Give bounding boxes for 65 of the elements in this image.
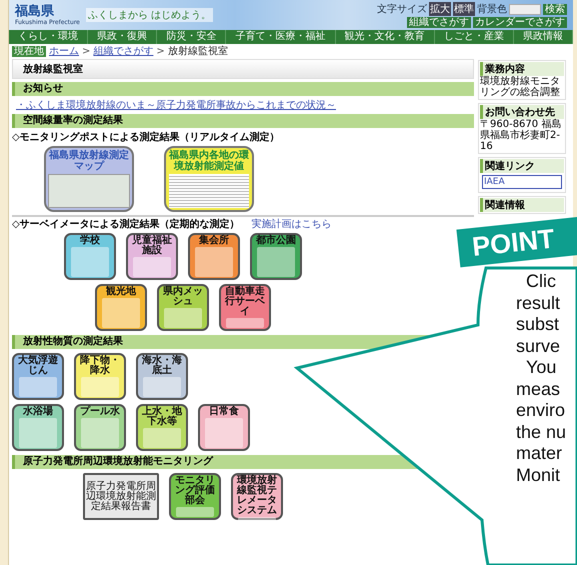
link-banner[interactable]: IAEA [482, 175, 562, 189]
category-tile[interactable]: モニタリング評価部会 [169, 473, 221, 520]
nav-item[interactable]: 県政情報 [514, 30, 573, 44]
control-label: 文字サイズ [377, 2, 427, 16]
header-button[interactable]: カレンダーでさがす [473, 17, 567, 28]
category-tile[interactable]: 児童福祉施設 [126, 233, 178, 280]
callout-text: surve [516, 336, 562, 357]
sidebar-heading: お問い合わせ先 [480, 105, 564, 119]
table-banner[interactable]: 福島県内各地の環境放射能測定値 [164, 146, 254, 212]
nav-item[interactable]: しごと・産業 [434, 30, 514, 44]
nav-item[interactable]: 県政・復興 [88, 30, 158, 44]
search-field[interactable] [509, 4, 541, 14]
subsection-caption: ◇サーベイメータによる測定結果（定期的な測定） [12, 217, 240, 231]
category-tile[interactable]: 日常食 [198, 404, 250, 451]
category-tile[interactable]: 集会所 [188, 233, 240, 280]
sidebar-heading: 関連リンク [480, 159, 564, 173]
category-tile[interactable]: 降下物・降水 [74, 353, 126, 400]
callout-text: result [516, 292, 562, 314]
map-banner[interactable]: 福島県放射線測定マップ [44, 146, 134, 212]
callout-text: meas [516, 378, 562, 400]
size-button[interactable]: 標準 [453, 2, 475, 16]
category-tile[interactable]: 県内メッシュ [157, 284, 209, 331]
breadcrumb-item[interactable]: 組織でさがす [93, 44, 154, 58]
tagline: ふくしまから はじめよう。 [86, 8, 214, 22]
callout-text: the nu [516, 422, 566, 443]
control-label: 背景色 [477, 2, 507, 16]
callout-text: Clic [525, 271, 557, 292]
sidebar-heading: 関連情報 [480, 198, 564, 212]
callout-text: You [525, 357, 558, 378]
category-tile[interactable]: 海水・海底土 [136, 353, 188, 400]
report-document-tile[interactable]: 原子力発電所周辺環境放射能測定結果報告書 [83, 473, 159, 520]
header-button[interactable]: 組織でさがす [407, 17, 471, 28]
category-tile[interactable]: 大気浮遊じん [12, 353, 64, 400]
sidebar-heading: 業務内容 [480, 62, 564, 76]
sidebar-text: 〒960-8670 福島県福島市杉妻町2-16 [480, 119, 562, 152]
subsection-caption: ◇モニタリングポストによる測定結果（リアルタイム測定） [12, 130, 280, 144]
size-button[interactable]: 拡大 [429, 2, 451, 16]
plan-link[interactable]: 実施計画はこちら [252, 217, 332, 231]
nav-item[interactable]: 防災・安全 [157, 30, 226, 44]
site-logo[interactable]: 福島県 [15, 4, 80, 18]
breadcrumb-item[interactable]: ホーム [49, 44, 79, 58]
breadcrumb-separator: > [82, 46, 90, 56]
nav-item[interactable]: くらし・環境 [9, 30, 88, 44]
search-button[interactable]: 検索 [543, 4, 567, 14]
section-heading: お知らせ [12, 82, 474, 96]
callout-text: enviro [516, 400, 566, 422]
nav-item[interactable]: 子育て・医療・福祉 [226, 30, 336, 44]
news-link[interactable]: ・ふくしま環境放射線のいま～原子力発電所事故からこれまでの状況～ [12, 98, 474, 112]
breadcrumb-separator: > [156, 46, 165, 56]
nav-item[interactable]: 観光・文化・教育 [336, 30, 435, 44]
callout-text: subst [516, 314, 560, 336]
callout-text: mater [516, 443, 564, 464]
category-tile[interactable]: 観光地 [95, 284, 147, 331]
category-tile[interactable]: 上水・地下水等 [136, 404, 188, 451]
category-tile[interactable]: 学校 [64, 233, 116, 280]
callout-text: Monit [516, 464, 562, 486]
location-label: 現在地 [12, 46, 46, 56]
current-page-label: 放射線監視室 [168, 44, 228, 58]
page-title: 放射線監視室 [12, 59, 474, 79]
category-tile[interactable]: 水浴場 [12, 404, 64, 451]
category-tile[interactable]: プール水 [74, 404, 126, 451]
section-heading: 空間線量率の測定結果 [12, 114, 474, 128]
sidebar-text: 環境放射線モニタリングの総合調整 [480, 76, 561, 98]
category-tile[interactable]: 都市公園 [250, 233, 302, 280]
category-tile[interactable]: 自動車走行サーベイ [219, 284, 271, 331]
